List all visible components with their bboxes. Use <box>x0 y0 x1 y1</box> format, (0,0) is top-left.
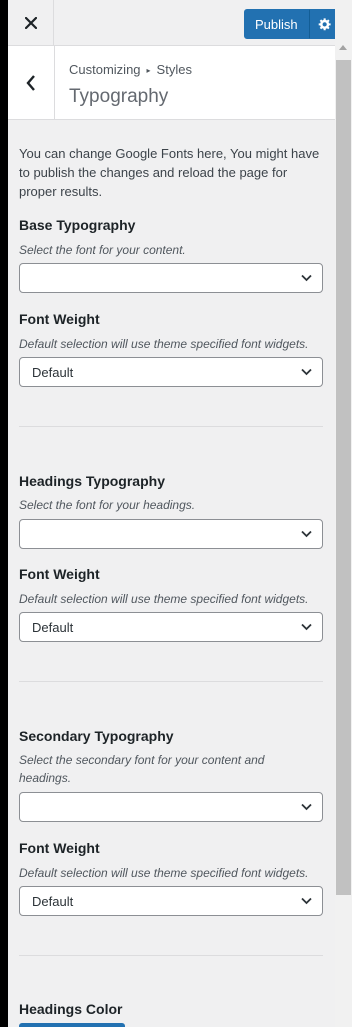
base-typography-title: Base Typography <box>19 217 136 233</box>
headings-weight-desc: Default selection will use theme specifi… <box>19 592 309 606</box>
chevron-left-icon <box>26 74 35 91</box>
close-icon <box>24 17 37 29</box>
secondary-typography-desc: Select the secondary font for your conte… <box>19 753 265 785</box>
headings-weight-title: Font Weight <box>19 566 100 582</box>
base-weight-desc: Default selection will use theme specifi… <box>19 337 309 351</box>
secondary-weight-title: Font Weight <box>19 840 100 856</box>
secondary-weight-value: Default <box>32 893 74 909</box>
customizer-topbar: Publish <box>8 0 335 46</box>
secondary-typography-title: Secondary Typography <box>19 728 174 744</box>
back-button[interactable] <box>8 46 55 119</box>
secondary-font-select[interactable] <box>19 792 323 822</box>
publish-group: Publish <box>244 9 335 39</box>
section-header: Customizing ▸ Styles Typography <box>8 46 335 120</box>
section-description: You can change Google Fonts here, You mi… <box>19 146 320 199</box>
scrollbar-thumb[interactable] <box>336 60 351 895</box>
divider <box>19 426 323 427</box>
headings-typography-desc: Select the font for your headings. <box>19 498 196 512</box>
breadcrumb-separator-icon: ▸ <box>146 66 151 75</box>
chevron-down-icon <box>301 368 312 376</box>
chevron-down-icon <box>301 274 312 282</box>
secondary-weight-desc: Default selection will use theme specifi… <box>19 866 309 880</box>
page-title: Typography <box>69 86 169 107</box>
chevron-down-icon <box>301 623 312 631</box>
base-weight-select[interactable]: Default <box>19 357 323 387</box>
scroll-up-arrow-icon[interactable] <box>339 45 347 50</box>
headings-color-title: Headings Color <box>19 1001 123 1017</box>
gear-icon <box>318 18 331 31</box>
publish-settings-button[interactable] <box>308 9 335 39</box>
divider <box>19 681 323 682</box>
secondary-weight-select[interactable]: Default <box>19 886 323 916</box>
headings-font-select[interactable] <box>19 519 323 549</box>
headings-color-button[interactable] <box>19 1023 125 1027</box>
headings-weight-select[interactable]: Default <box>19 612 323 642</box>
base-font-select[interactable] <box>19 263 323 293</box>
headings-typography-title: Headings Typography <box>19 473 165 489</box>
base-weight-value: Default <box>32 364 74 380</box>
breadcrumb: Customizing ▸ Styles <box>69 62 192 77</box>
breadcrumb-root: Customizing <box>69 62 141 77</box>
divider <box>19 955 323 956</box>
base-typography-desc: Select the font for your content. <box>19 243 186 257</box>
customizer-panel: Publish Customizing ▸ Styles Typography Yo… <box>8 0 335 1027</box>
chevron-down-icon <box>301 897 312 905</box>
publish-button[interactable]: Publish <box>244 9 309 39</box>
breadcrumb-current: Styles <box>156 62 192 77</box>
chevron-down-icon <box>301 803 312 811</box>
base-weight-title: Font Weight <box>19 311 100 327</box>
close-button[interactable] <box>8 0 54 46</box>
headings-weight-value: Default <box>32 619 74 635</box>
chevron-down-icon <box>301 530 312 538</box>
scrollbar[interactable] <box>335 0 352 1027</box>
